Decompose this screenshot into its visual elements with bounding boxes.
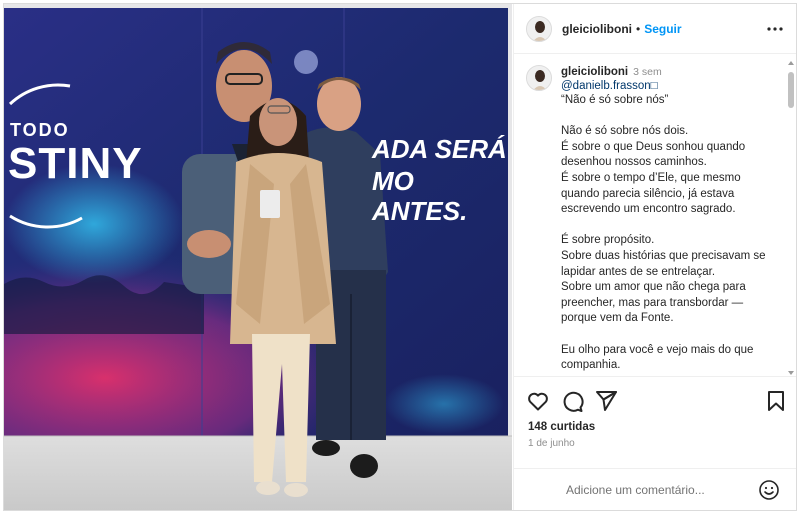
- caption-username[interactable]: gleicioliboni: [561, 66, 628, 78]
- share-icon[interactable]: [594, 389, 618, 413]
- author-username[interactable]: gleicioliboni: [562, 22, 632, 36]
- bookmark-icon[interactable]: [764, 389, 788, 413]
- scrollbar-thumb[interactable]: [788, 72, 794, 108]
- author-avatar[interactable]: [526, 15, 552, 42]
- banner-text-right-2: MO ANTES.: [372, 166, 468, 226]
- banner-text-stiny: STINY: [8, 139, 143, 188]
- scroll-up-icon[interactable]: [788, 60, 794, 66]
- photo-illustration: [4, 4, 512, 510]
- comment-input[interactable]: [566, 481, 746, 499]
- post-header: gleicioliboni • Seguir: [514, 4, 796, 54]
- caption-time[interactable]: 3 sem: [633, 66, 662, 78]
- post-photo[interactable]: TODO STINY ADA SERÁ MO ANTES.: [4, 4, 512, 510]
- post-side-panel: gleicioliboni • Seguir gleicioliboni 3 s…: [513, 4, 796, 510]
- follow-button[interactable]: Seguir: [644, 22, 681, 36]
- comment-bar: [514, 468, 796, 510]
- caption-row: gleicioliboni 3 sem @danielb.frasson□ “Nã…: [526, 65, 778, 375]
- post-date[interactable]: 1 de junho: [528, 438, 575, 449]
- banner-text-todo: TODO: [10, 120, 70, 140]
- heart-icon[interactable]: [526, 389, 550, 413]
- separator-dot: •: [636, 21, 641, 36]
- caption-header: gleicioliboni 3 sem: [561, 65, 777, 79]
- banner-text-right-1: ADA SERÁ: [372, 134, 507, 164]
- more-options-icon[interactable]: [766, 20, 784, 38]
- post-dialog: TODO STINY ADA SERÁ MO ANTES. gleiciolib…: [3, 3, 797, 511]
- caption-area[interactable]: gleicioliboni 3 sem @danielb.frasson□ “Nã…: [514, 55, 796, 375]
- caption-scrollbar[interactable]: [788, 61, 794, 375]
- post-actions: 148 curtidas 1 de junho: [514, 376, 796, 468]
- emoji-icon[interactable]: [758, 479, 780, 501]
- caption-avatar[interactable]: [526, 65, 552, 91]
- likes-count[interactable]: 148 curtidas: [528, 421, 595, 433]
- comment-icon[interactable]: [560, 389, 584, 413]
- caption-mention[interactable]: @danielb.frasson□: [561, 79, 777, 93]
- caption-text: “Não é só sobre nós” Não é só sobre nós …: [561, 94, 766, 375]
- caption-body: gleicioliboni 3 sem @danielb.frasson□ “Nã…: [561, 65, 777, 375]
